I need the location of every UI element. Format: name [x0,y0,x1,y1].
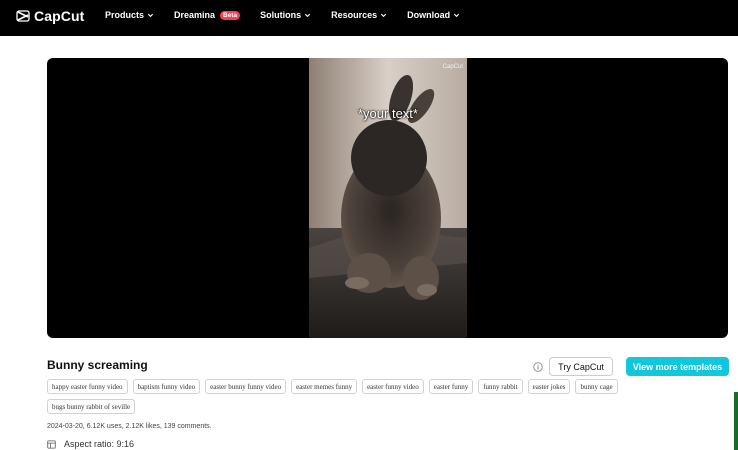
tag-item[interactable]: easter bunny funny video [205,379,287,394]
brand-name: CapCut [34,8,85,24]
right-edge-thumbnail[interactable] [734,392,738,450]
capcut-watermark: CapCut [443,63,463,71]
tag-item[interactable]: easter funny [428,379,474,394]
chevron-down-icon [381,13,387,17]
video-player[interactable]: *your text* CapCut [47,58,728,338]
nav-solutions[interactable]: Solutions [260,10,311,20]
capcut-logo-icon [16,10,30,22]
tag-item[interactable]: happy easter funny video [47,379,128,394]
chevron-down-icon [305,13,311,17]
nav-dreamina-label: Dreamina [174,10,216,20]
tag-item[interactable]: bugs bunny rabbit of seville [47,399,136,414]
tag-item[interactable]: baptism funny video [132,379,201,394]
bunny-video-thumbnail [309,58,467,338]
chevron-down-icon [147,13,154,17]
nav-products-label: Products [105,10,145,20]
nav-download[interactable]: Download [407,10,460,20]
nav-solutions-label: Solutions [260,10,302,20]
info-icon[interactable] [533,362,543,372]
tag-item[interactable]: bunny cage [575,379,618,394]
try-capcut-button[interactable]: Try CapCut [549,357,613,376]
nav-dreamina[interactable]: Dreamina Beta [174,10,241,20]
video-frame[interactable]: *your text* CapCut [309,58,467,338]
aspect-ratio-label: Aspect ratio: 9:16 [64,439,135,449]
nav-resources[interactable]: Resources [331,10,387,20]
tag-item[interactable]: funny rabbit [478,379,523,394]
nav-download-label: Download [407,10,451,20]
capcut-logo[interactable]: CapCut [16,8,84,24]
view-more-templates-button[interactable]: View more templates [626,357,729,376]
aspect-ratio-row: Aspect ratio: 9:16 [47,439,134,449]
tag-item[interactable]: easter memes funny [291,379,358,394]
tag-list: happy easter funny video baptism funny v… [47,379,647,414]
template-stats: 2024-03-20, 6.12K uses, 2.12K likes, 139… [47,423,212,430]
watermark-text: CapCut [442,64,463,70]
tag-item[interactable]: easter jokes [527,379,571,394]
tag-item[interactable]: easter funny video [362,379,424,394]
main-nav: Products Dreamina Beta Solutions Resourc… [105,10,480,20]
template-title: Bunny screaming [47,358,148,372]
video-overlay-text: *your text* [358,106,418,121]
top-navigation-bar: CapCut Products Dreamina Beta Solutions … [0,0,738,36]
nav-products[interactable]: Products [105,10,154,20]
chevron-down-icon [454,13,460,17]
nav-resources-label: Resources [331,10,378,20]
beta-badge: Beta [220,10,241,20]
aspect-ratio-icon [47,439,56,449]
